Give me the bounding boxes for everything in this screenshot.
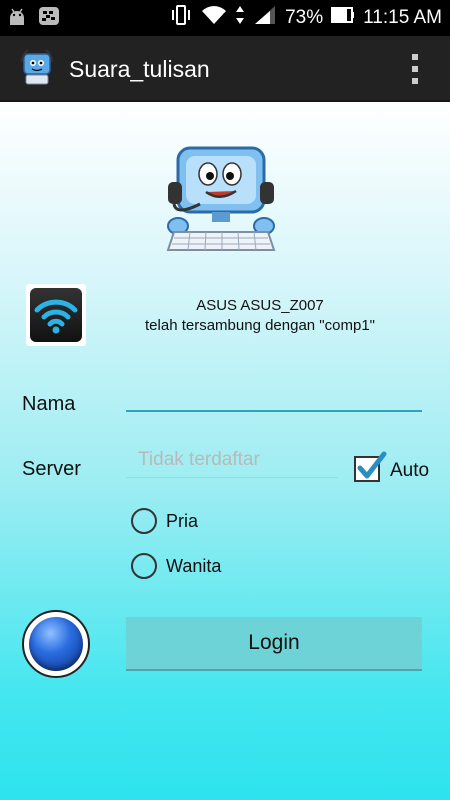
app-title: Suara_tulisan	[69, 56, 210, 82]
server-input[interactable]	[126, 442, 338, 478]
battery-percent: 73%	[285, 7, 324, 28]
device-name: ASUS ASUS_Z007	[196, 297, 324, 314]
status-bar: 73% 11:15 AM	[0, 0, 450, 36]
main-content: ASUS ASUS_Z007 telah tersambung dengan "…	[0, 102, 450, 800]
connection-status: ASUS ASUS_Z007 telah tersambung dengan "…	[100, 296, 420, 336]
status-orb-icon[interactable]	[22, 610, 90, 678]
overflow-menu-icon[interactable]	[410, 54, 420, 84]
app-logo-icon[interactable]	[18, 46, 56, 88]
action-bar: Suara_tulisan	[0, 36, 450, 102]
wifi-icon	[201, 4, 227, 32]
android-debug-icon	[6, 6, 28, 33]
wifi-status-icon	[26, 284, 86, 346]
login-button[interactable]: Login	[126, 617, 422, 671]
signal-icon	[253, 4, 277, 32]
nama-input[interactable]	[126, 380, 422, 412]
checkmark-icon	[357, 451, 387, 479]
auto-label: Auto	[390, 460, 430, 481]
computer-mascot-icon	[160, 134, 282, 256]
radio-wanita[interactable]	[131, 553, 157, 579]
blackberry-messenger-icon	[38, 6, 60, 33]
data-transfer-icon	[235, 4, 245, 32]
status-time: 11:15 AM	[363, 7, 442, 28]
radio-pria[interactable]	[131, 508, 157, 534]
battery-icon	[331, 4, 355, 32]
server-label: Server	[22, 458, 81, 480]
nama-label: Nama	[22, 393, 76, 415]
radio-wanita-label: Wanita	[166, 556, 222, 576]
vibrate-icon	[169, 4, 193, 32]
radio-pria-label: Pria	[166, 511, 199, 531]
connection-message: telah tersambung dengan "comp1"	[145, 317, 375, 334]
auto-checkbox[interactable]	[354, 451, 387, 482]
